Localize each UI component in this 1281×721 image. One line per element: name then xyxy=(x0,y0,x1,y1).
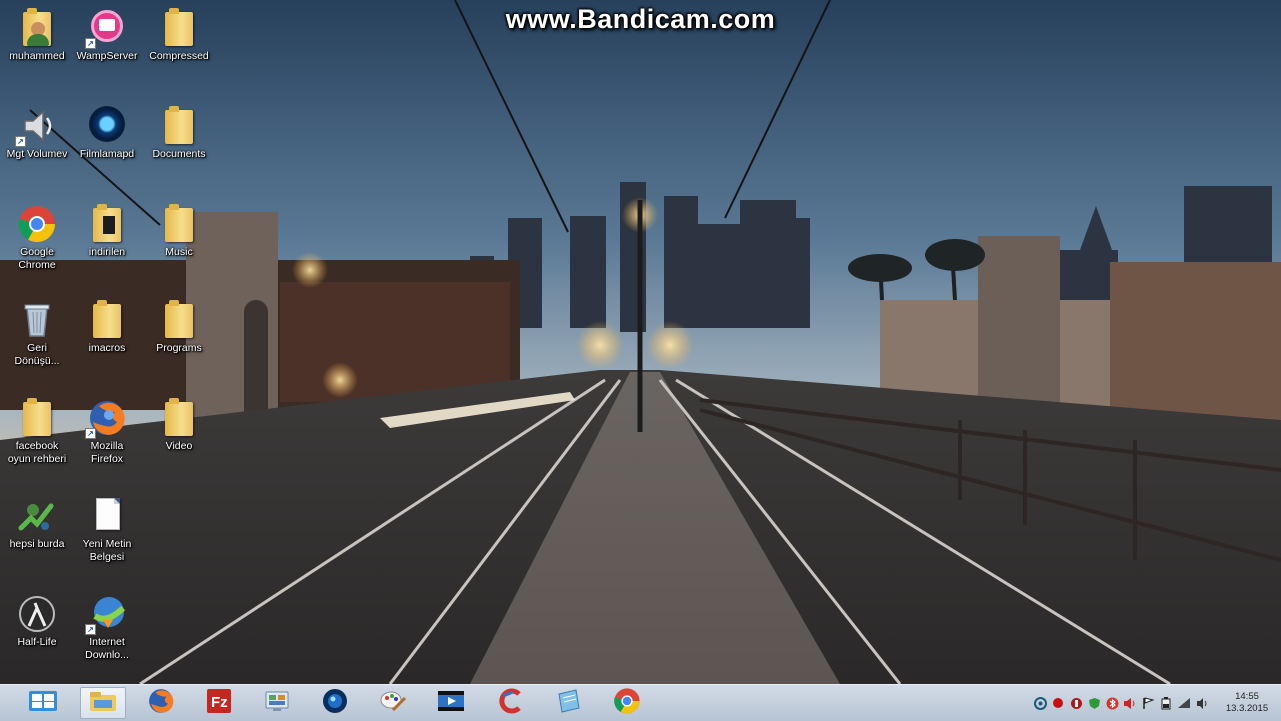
start-icon xyxy=(28,690,58,717)
speaker-icon: ↗ xyxy=(15,106,57,147)
desktop-icon-filmlamapd[interactable]: Filmlamapd xyxy=(74,104,140,196)
movie-maker-icon xyxy=(437,689,465,718)
taskbar-firefox[interactable] xyxy=(138,687,184,719)
desktop-icon-video[interactable]: Video xyxy=(146,396,212,488)
taskbar-file-explorer[interactable] xyxy=(80,687,126,719)
taskbar-filezilla[interactable]: Fz xyxy=(196,687,242,719)
taskbar-movie-maker[interactable] xyxy=(428,687,474,719)
desktop-icon-muhammed[interactable]: muhammed xyxy=(4,6,70,98)
paint-icon xyxy=(379,688,407,719)
desktop-icon-yeni-metin-belgesi[interactable]: Yeni Metin Belgesi xyxy=(74,494,140,586)
folder-icon xyxy=(159,204,199,244)
folder-icon xyxy=(159,8,199,48)
wampserver-icon: ↗ xyxy=(85,8,127,49)
desktop-icon-mgt-volume[interactable]: ↗ Mgt Volumev xyxy=(4,104,70,196)
clock-date: 13.3.2015 xyxy=(1225,703,1269,714)
firefox-icon xyxy=(147,687,175,720)
half-life-icon xyxy=(17,594,57,634)
flag-icon[interactable] xyxy=(1141,696,1155,710)
file-explorer-icon xyxy=(88,689,118,718)
battery-icon[interactable] xyxy=(1159,696,1173,710)
system-tray: 14:55 13.3.2015 xyxy=(1031,685,1273,721)
notepad-icon xyxy=(556,688,582,719)
shield-icon[interactable] xyxy=(1087,696,1101,710)
clock-time: 14:55 xyxy=(1235,691,1259,702)
taskbar-control-panel[interactable] xyxy=(254,687,300,719)
taskbar-camera-lens-app[interactable] xyxy=(312,687,358,719)
desktop-icon-compressed[interactable]: Compressed xyxy=(146,6,212,98)
control-panel-icon xyxy=(264,689,290,718)
desktop-icon-mozilla-firefox[interactable]: ↗ Mozilla Firefox xyxy=(74,396,140,488)
bluetooth-icon[interactable] xyxy=(1105,696,1119,710)
desktop-icon-programs[interactable]: Programs xyxy=(146,298,212,390)
taskbar-ccleaner[interactable] xyxy=(488,687,534,719)
ccleaner-icon xyxy=(497,688,525,719)
text-document-icon xyxy=(87,496,127,536)
desktop-icon-half-life[interactable]: Half-Life xyxy=(4,592,70,684)
desktop-icon-recycle-bin[interactable]: Geri Dönüşü... xyxy=(4,298,70,390)
folder-icon xyxy=(159,106,199,146)
record-icon[interactable] xyxy=(1051,696,1065,710)
user-folder-icon xyxy=(17,8,57,48)
taskbar-clock[interactable]: 14:55 13.3.2015 xyxy=(1221,691,1273,715)
taskbar-notepad[interactable] xyxy=(546,687,592,719)
folder-icon xyxy=(87,300,127,340)
desktop-icon-imacros[interactable]: imacros xyxy=(74,298,140,390)
desktop-icon-wampserver[interactable]: ↗ WampServer xyxy=(74,6,140,98)
desktop-icon-hepsi-burda[interactable]: hepsi burda xyxy=(4,494,70,586)
folder-icon xyxy=(159,398,199,438)
svg-text:Fz: Fz xyxy=(211,694,228,711)
folder-icon xyxy=(17,398,57,438)
chrome-icon xyxy=(613,687,641,720)
desktop-icon-indirilen[interactable]: indirilen xyxy=(74,202,140,294)
desktop-icon-documents[interactable]: Documents xyxy=(146,104,212,196)
taskbar-chrome[interactable] xyxy=(604,687,650,719)
hepsiburda-icon xyxy=(17,496,57,536)
speaker-icon[interactable] xyxy=(1195,696,1209,710)
taskbar: Fz 14:55 13.3.2015 xyxy=(0,684,1281,721)
folder-icon xyxy=(87,204,127,244)
camera-lens-icon xyxy=(87,106,127,146)
desktop-icon-google-chrome[interactable]: Google Chrome xyxy=(4,202,70,294)
volume-icon[interactable] xyxy=(1123,696,1137,710)
network-icon[interactable] xyxy=(1177,696,1191,710)
internet-download-manager-icon: ↗ xyxy=(85,594,127,635)
firefox-icon: ↗ xyxy=(85,398,127,439)
filezilla-icon: Fz xyxy=(206,688,232,719)
camera-lens-icon xyxy=(322,688,348,719)
taskbar-start-button[interactable] xyxy=(20,687,66,719)
taskbar-paint[interactable] xyxy=(370,687,416,719)
teamspeak-icon[interactable] xyxy=(1033,696,1047,710)
desktop-icon-internet-download-manager[interactable]: ↗ Internet Downlo... xyxy=(74,592,140,684)
recycle-bin-icon xyxy=(17,300,57,340)
chrome-icon xyxy=(17,204,57,244)
recorder-icon[interactable] xyxy=(1069,696,1083,710)
folder-icon xyxy=(159,300,199,340)
desktop-icon-facebook-oyun-rehberi[interactable]: facebook oyun rehberi xyxy=(4,396,70,488)
desktop-icon-music[interactable]: Music xyxy=(146,202,212,294)
